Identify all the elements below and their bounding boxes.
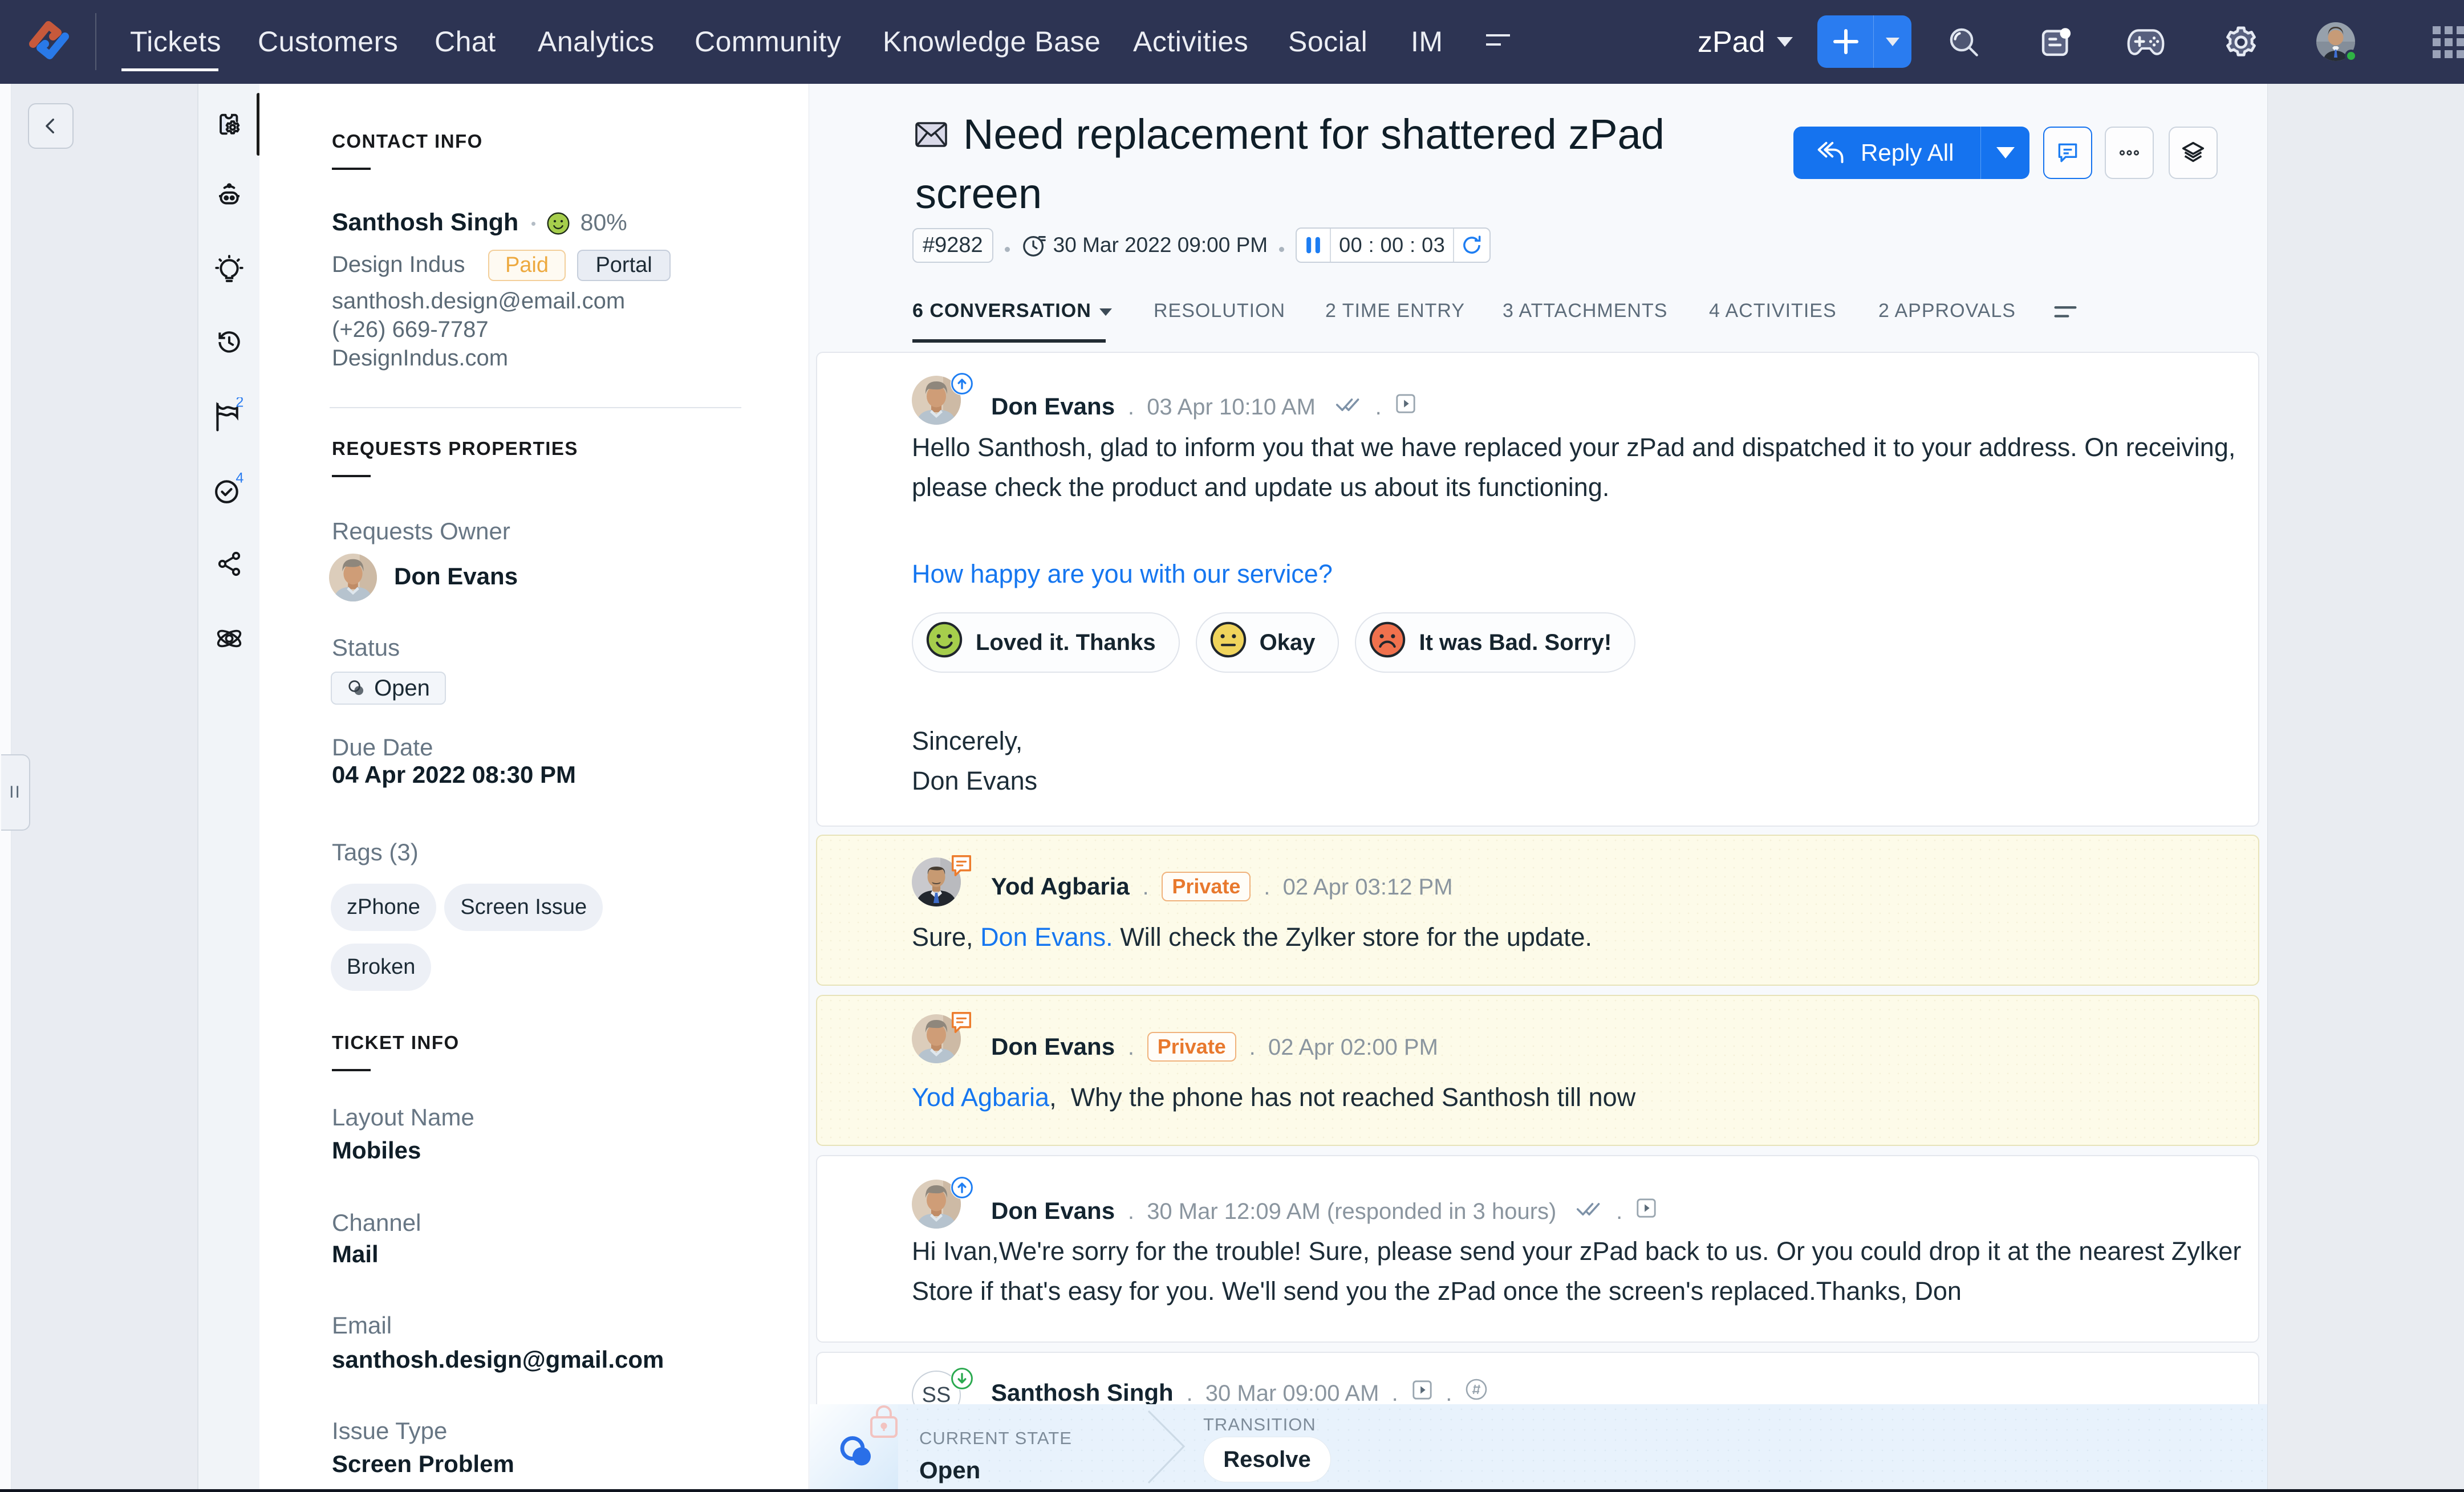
svg-text:4: 4 (236, 472, 243, 486)
svg-text:2: 2 (236, 397, 243, 410)
